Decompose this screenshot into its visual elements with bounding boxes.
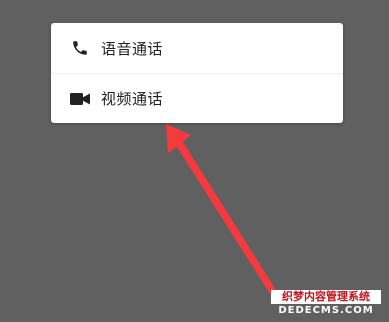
watermark-text-cn: 织梦内容管理系统 [271, 289, 381, 304]
watermark-text-en: DEDECMS.COM [278, 305, 374, 316]
phone-icon [69, 37, 91, 59]
video-camera-icon [69, 88, 91, 110]
arrow-shape [166, 124, 276, 294]
voice-call-label: 语音通话 [101, 39, 164, 58]
video-call-item[interactable]: 视频通话 [51, 73, 343, 123]
call-options-menu: 语音通话 视频通话 [51, 23, 343, 123]
voice-call-item[interactable]: 语音通话 [51, 23, 343, 73]
video-call-label: 视频通话 [101, 90, 164, 108]
watermark: 织梦内容管理系统 DEDECMS.COM [271, 289, 381, 316]
